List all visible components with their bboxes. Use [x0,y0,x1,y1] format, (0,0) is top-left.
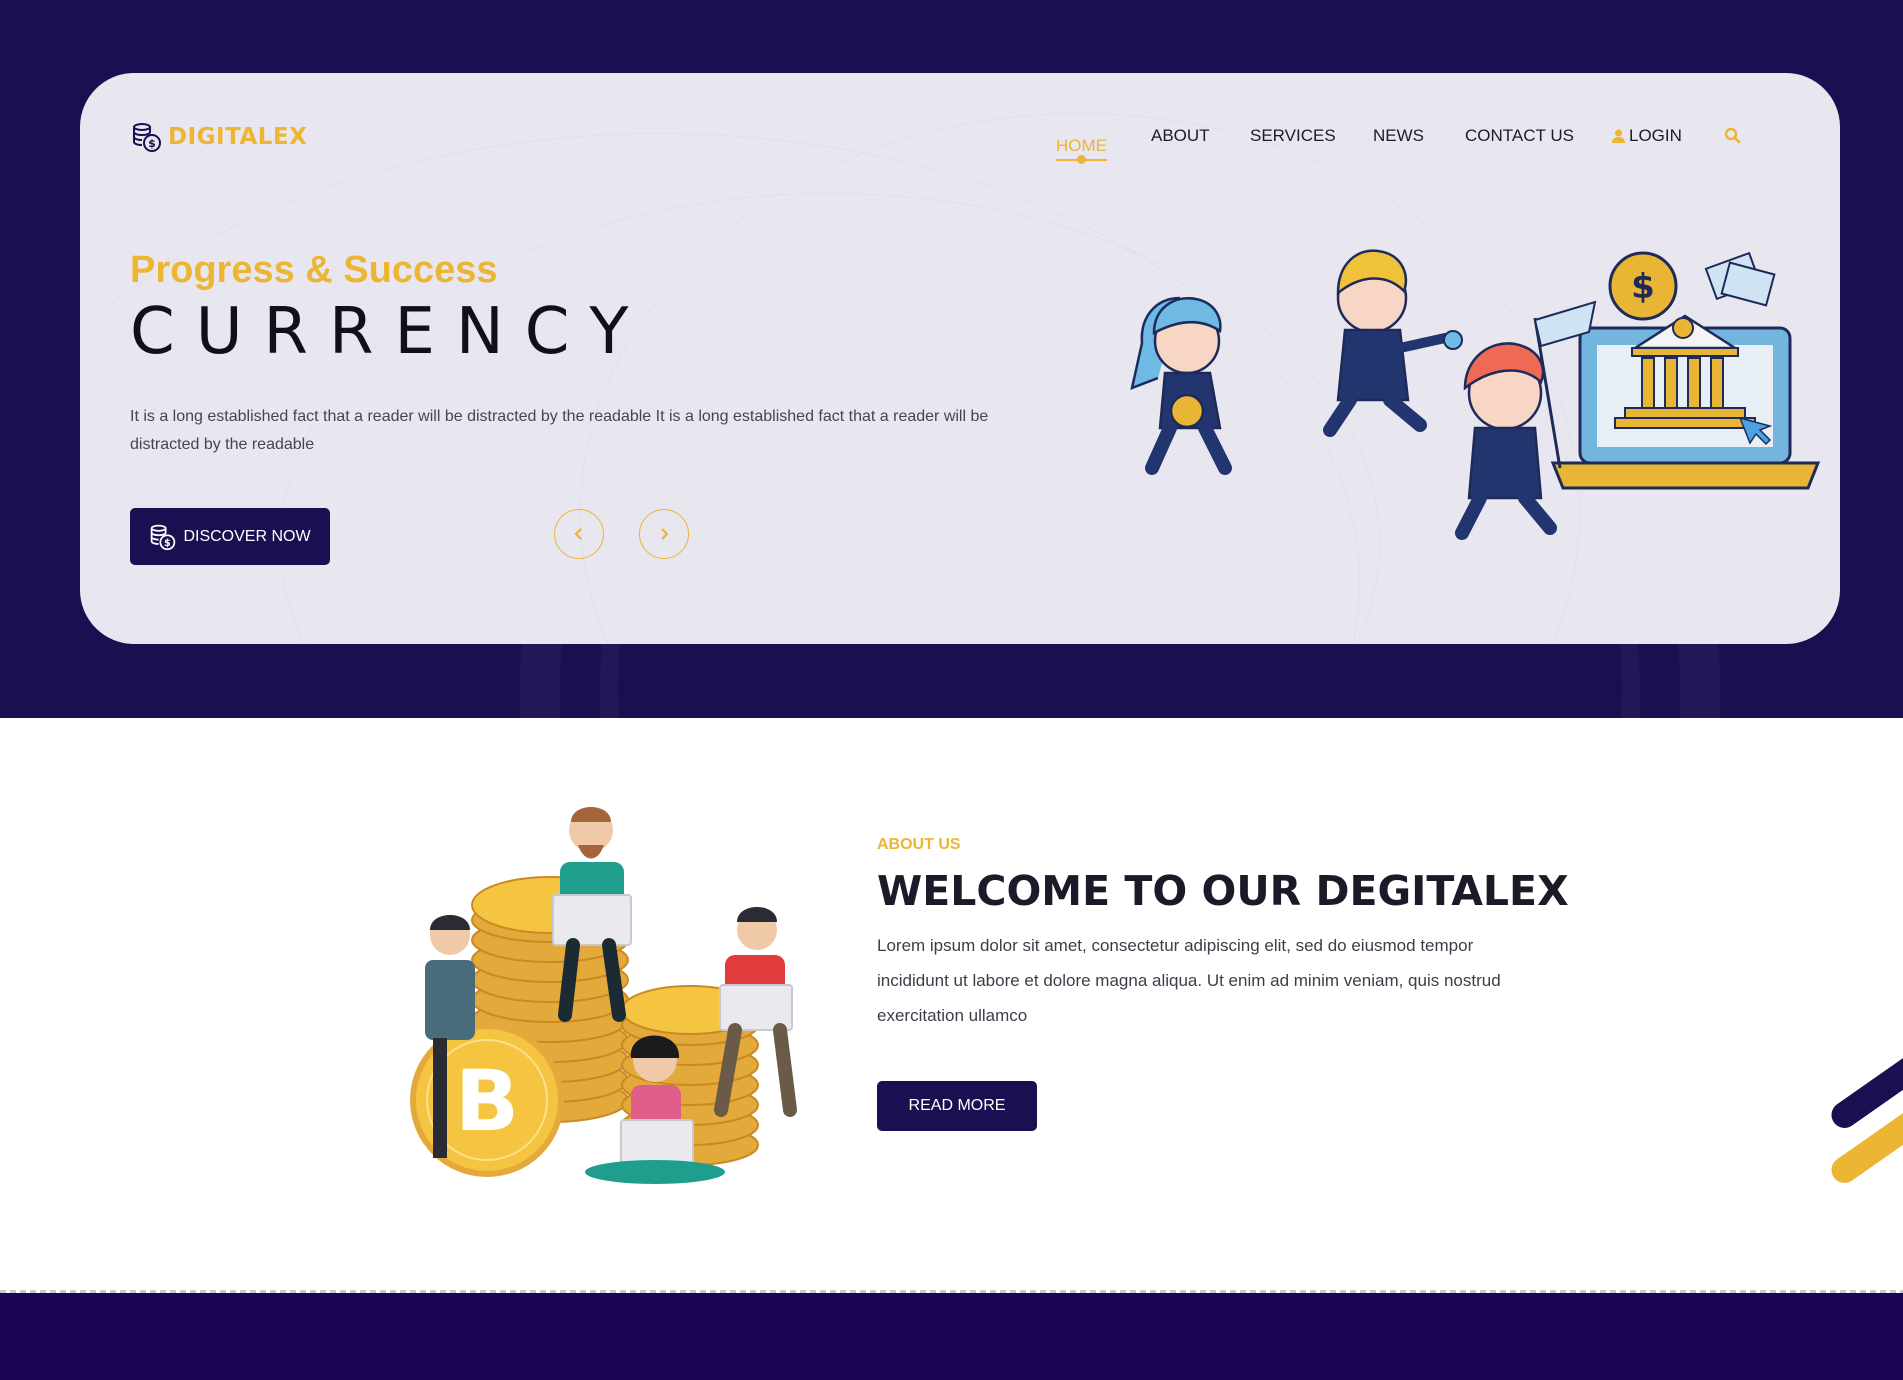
brand-name: DIGITALEX [168,124,308,150]
about-kicker: ABOUT US [877,836,961,853]
runner-blond [1323,249,1463,437]
svg-text:B: B [455,1052,519,1150]
coin-stack-icon: $ [151,524,176,550]
hero-description: It is a long established fact that a rea… [130,408,989,453]
nav-about-label: ABOUT [1151,126,1210,145]
nav-login-label: LOGIN [1629,126,1682,145]
nav-contact[interactable]: CONTACT US [1465,126,1574,146]
coin-stack-icon: $ [133,123,161,152]
runner-redhead [1455,300,1597,540]
hero-section: $ DIGITALEX HOME ABOUT SERVICES NEWS CON… [0,0,1903,718]
discover-now-button[interactable]: $ DISCOVER NOW [130,508,330,565]
nav-home-label: HOME [1056,136,1107,155]
chevron-right-icon [661,528,669,540]
nav-about[interactable]: ABOUT [1151,126,1210,146]
nav-contact-label: CONTACT US [1465,126,1574,145]
about-illustration: B [410,807,797,1184]
nav-login[interactable]: LOGIN [1612,126,1682,146]
site-logo[interactable]: $ DIGITALEX [132,121,307,153]
search-icon [1724,127,1741,144]
svg-text:$: $ [164,537,171,548]
active-dot [1077,155,1086,164]
read-more-label: READ MORE [908,1097,1006,1114]
runner-girl [1130,296,1232,475]
hero-kicker: Progress & Success [130,249,498,291]
chevron-left-icon [574,528,582,540]
read-more-button[interactable]: READ MORE [877,1081,1037,1131]
footer-section [0,1293,1903,1380]
hero-card: $ DIGITALEX HOME ABOUT SERVICES NEWS CON… [80,73,1840,644]
nav-search[interactable] [1724,127,1741,149]
bank-laptop-icon: $ [1550,251,1820,490]
nav-services-label: SERVICES [1250,126,1336,145]
discover-now-label: DISCOVER NOW [183,527,311,545]
nav-news[interactable]: NEWS [1373,126,1424,146]
nav-services[interactable]: SERVICES [1250,126,1336,146]
nav-home[interactable]: HOME [1056,136,1107,164]
hero-illustration: $ [1130,249,1820,540]
slider-prev-button[interactable] [554,509,604,559]
user-icon [1612,129,1625,143]
slider-next-button[interactable] [639,509,689,559]
about-title: WELCOME TO OUR DEGITALEX [877,867,1569,915]
svg-text:$: $ [1631,267,1655,307]
about-description: Lorem ipsum dolor sit amet, consectetur … [877,936,1501,1025]
hero-title: CURRENCY [130,295,650,369]
svg-text:$: $ [148,137,156,150]
nav-news-label: NEWS [1373,126,1424,145]
